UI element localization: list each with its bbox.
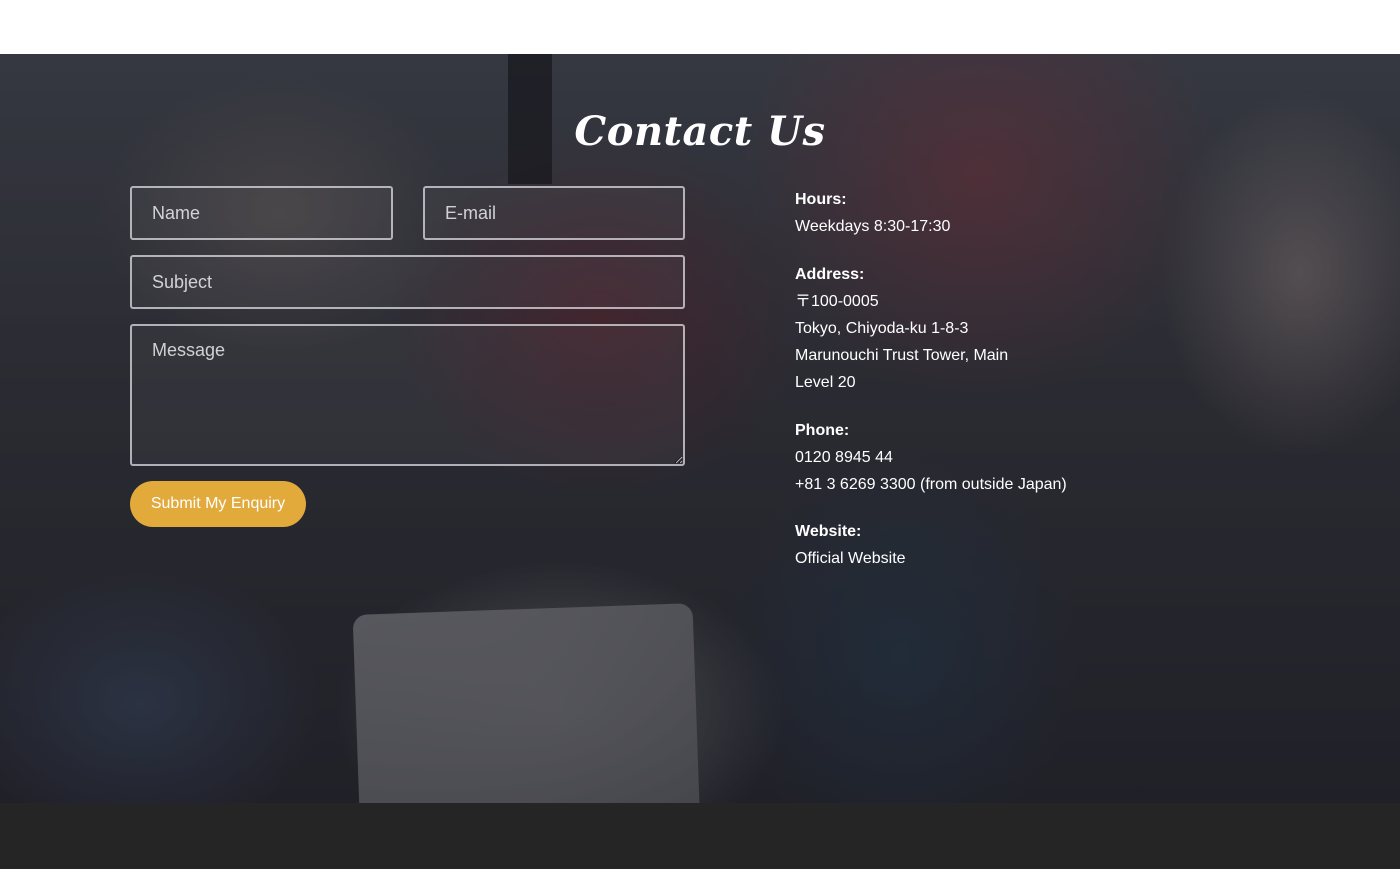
website-info: Website: Official Website (795, 518, 906, 572)
phone-info: Phone: 0120 8945 44 +81 3 6269 3300 (fro… (795, 417, 1067, 498)
name-input[interactable] (130, 186, 393, 240)
address-street: Tokyo, Chiyoda-ku 1-8-3 (795, 320, 969, 337)
footer (0, 803, 1400, 869)
subject-input[interactable] (130, 255, 685, 309)
address-label: Address: (795, 266, 865, 283)
hours-value: Weekdays 8:30-17:30 (795, 218, 951, 235)
email-input[interactable] (423, 186, 685, 240)
official-website-link[interactable]: Official Website (795, 545, 906, 572)
address-building: Marunouchi Trust Tower, Main (795, 347, 1009, 364)
hours-info: Hours: Weekdays 8:30-17:30 (795, 186, 950, 240)
address-postcode: 〒100-0005 (795, 293, 879, 310)
hours-label: Hours: (795, 191, 847, 208)
contact-title: Contact Us (574, 108, 826, 155)
phone-label: Phone: (795, 422, 850, 439)
submit-enquiry-button[interactable]: Submit My Enquiry (130, 481, 306, 527)
top-bar (0, 0, 1400, 54)
address-level: Level 20 (795, 374, 856, 391)
phone-international: +81 3 6269 3300 (from outside Japan) (795, 476, 1067, 493)
address-info: Address: 〒100-0005 Tokyo, Chiyoda-ku 1-8… (795, 261, 1008, 396)
website-label: Website: (795, 523, 862, 540)
phone-domestic: 0120 8945 44 (795, 449, 893, 466)
message-textarea[interactable] (130, 324, 685, 466)
